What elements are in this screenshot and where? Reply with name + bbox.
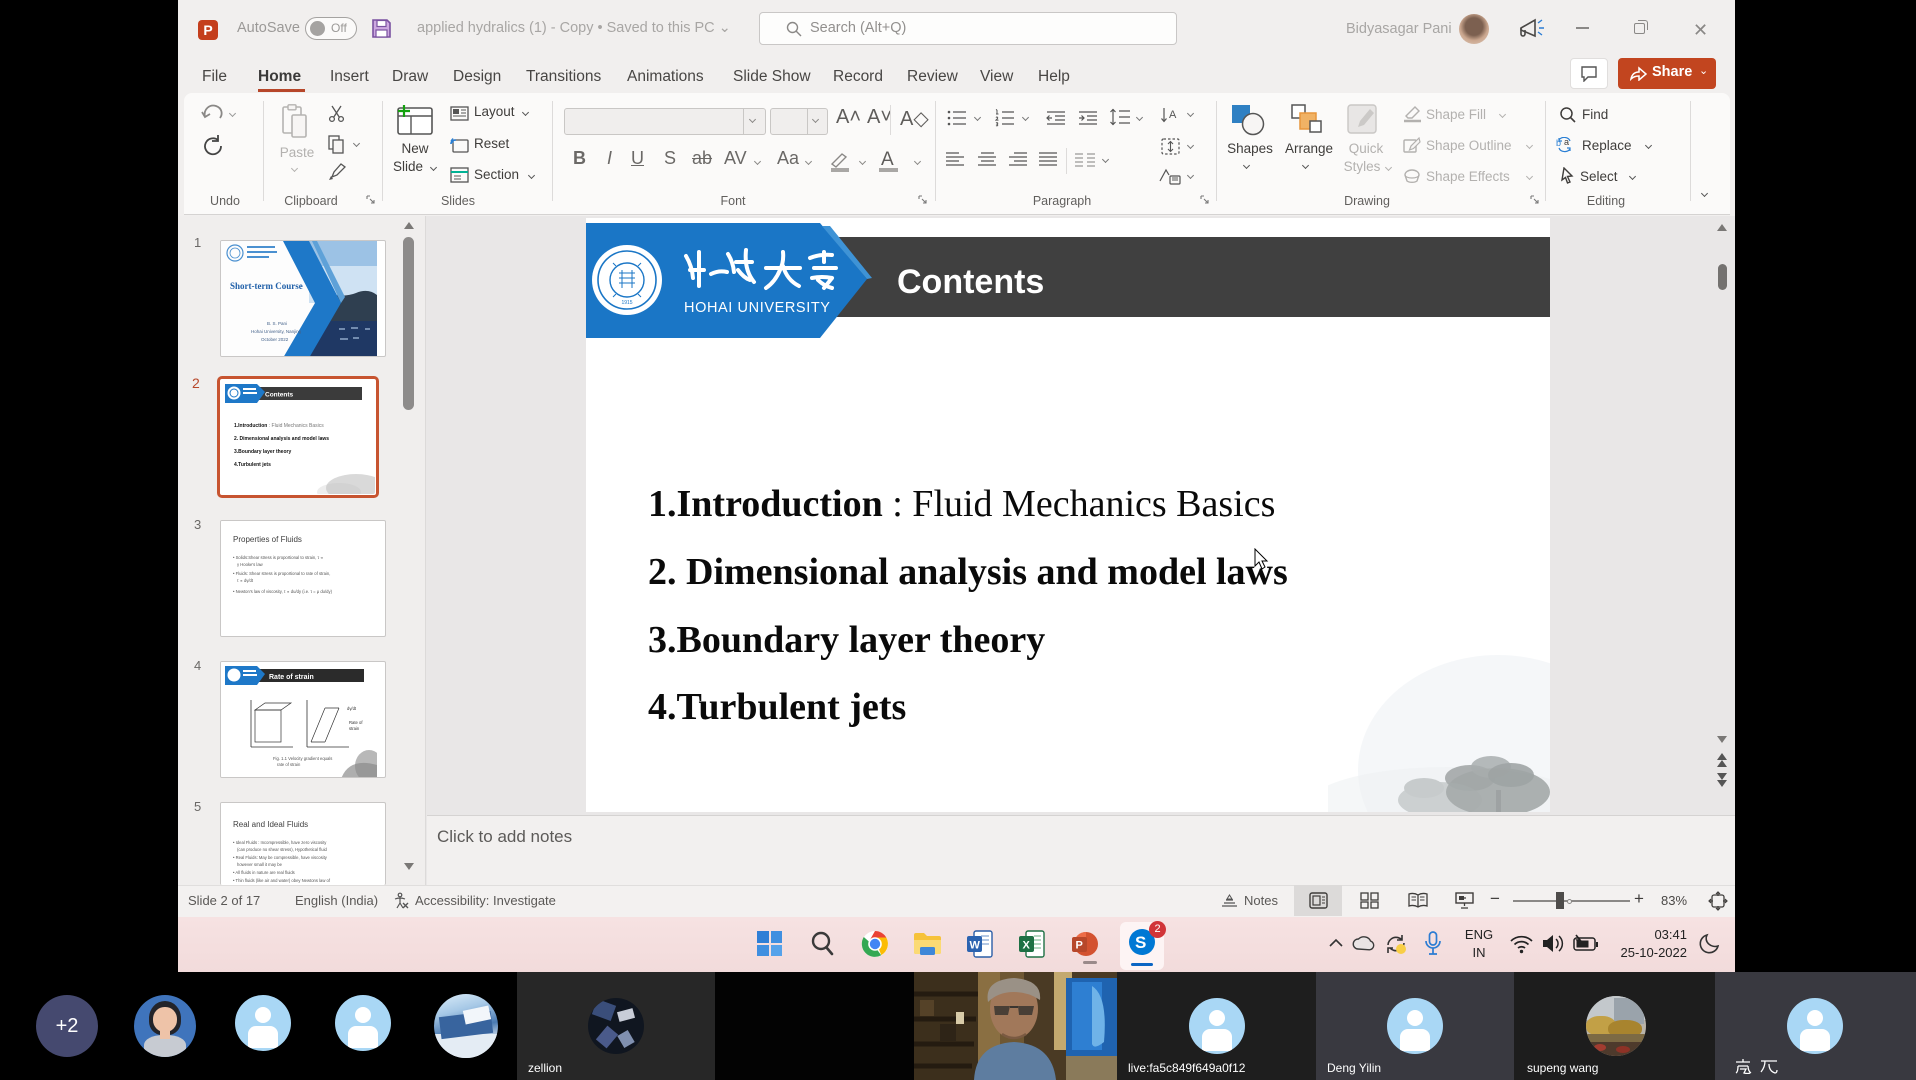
svg-text:W: W xyxy=(970,940,981,952)
svg-text:1915: 1915 xyxy=(621,300,632,306)
svg-text:X: X xyxy=(1023,940,1031,952)
svg-text:S: S xyxy=(1135,933,1146,952)
svg-text:Contents: Contents xyxy=(897,263,1044,301)
svg-text:P: P xyxy=(1076,940,1083,952)
svg-text:HOHAI UNIVERSITY: HOHAI UNIVERSITY xyxy=(684,300,831,316)
